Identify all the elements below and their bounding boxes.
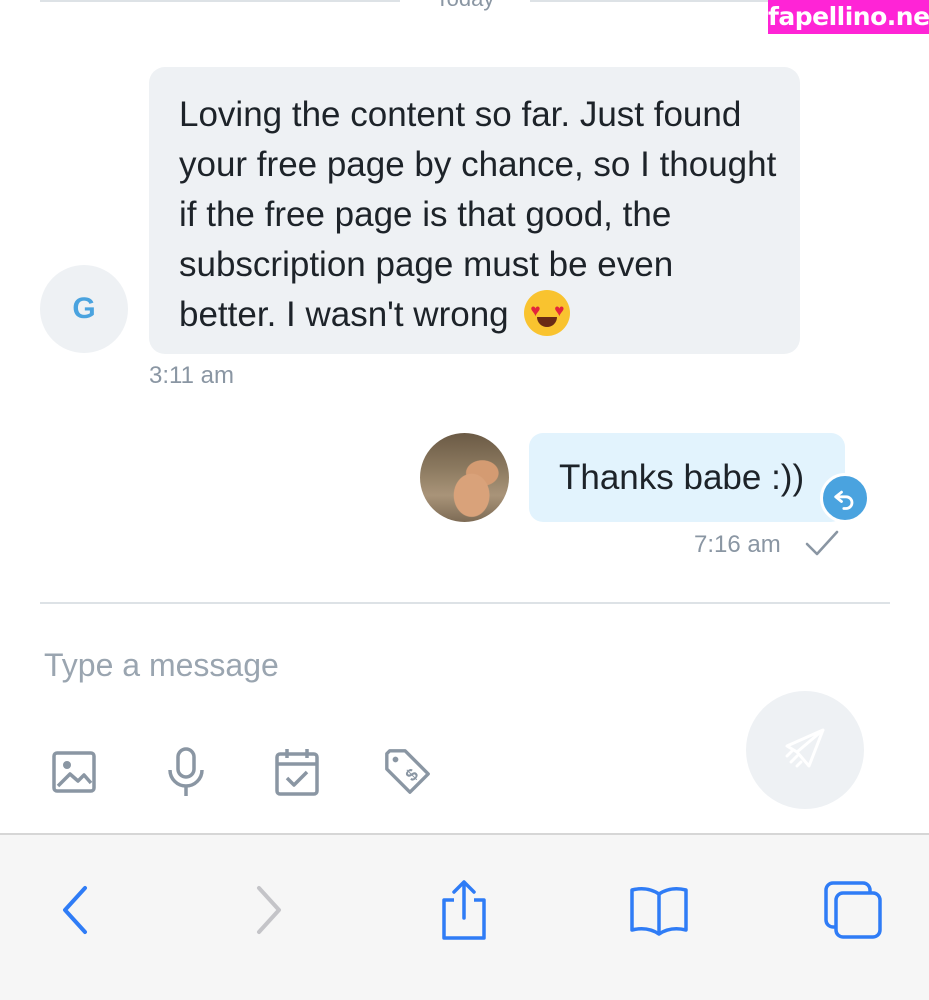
sender-avatar[interactable]: G [40,265,128,353]
date-label: Today [400,0,530,12]
checkmark-icon [804,528,840,563]
composer-divider [40,602,890,604]
calendar-check-icon[interactable] [271,745,323,799]
avatar-initial: G [72,292,96,325]
my-avatar[interactable] [420,433,509,522]
image-icon[interactable] [48,745,100,799]
send-button[interactable] [746,691,864,809]
outgoing-message-bubble[interactable]: Thanks babe :)) [529,433,845,522]
incoming-message-text: Loving the content so far. Just found yo… [179,95,777,334]
bookmarks-icon[interactable] [624,875,694,945]
tabs-icon[interactable] [818,875,888,945]
microphone-icon[interactable] [160,745,212,799]
incoming-message-bubble[interactable]: Loving the content so far. Just found yo… [149,67,800,354]
share-icon[interactable] [429,875,499,945]
watermark: fapellino.net [768,0,929,34]
message-input[interactable] [44,640,684,690]
undo-icon[interactable] [820,473,870,523]
date-divider-left [40,0,400,2]
browser-toolbar [0,833,929,1000]
forward-icon[interactable] [234,875,304,945]
outgoing-message-time: 7:16 am [694,531,781,558]
outgoing-message-text: Thanks babe :)) [559,458,805,497]
send-icon [783,726,827,775]
price-tag-icon[interactable]: $ [382,745,434,799]
back-icon[interactable] [40,875,110,945]
incoming-message-time: 3:11 am [149,362,234,389]
heart-eyes-emoji: ♥ ♥ [524,290,571,336]
